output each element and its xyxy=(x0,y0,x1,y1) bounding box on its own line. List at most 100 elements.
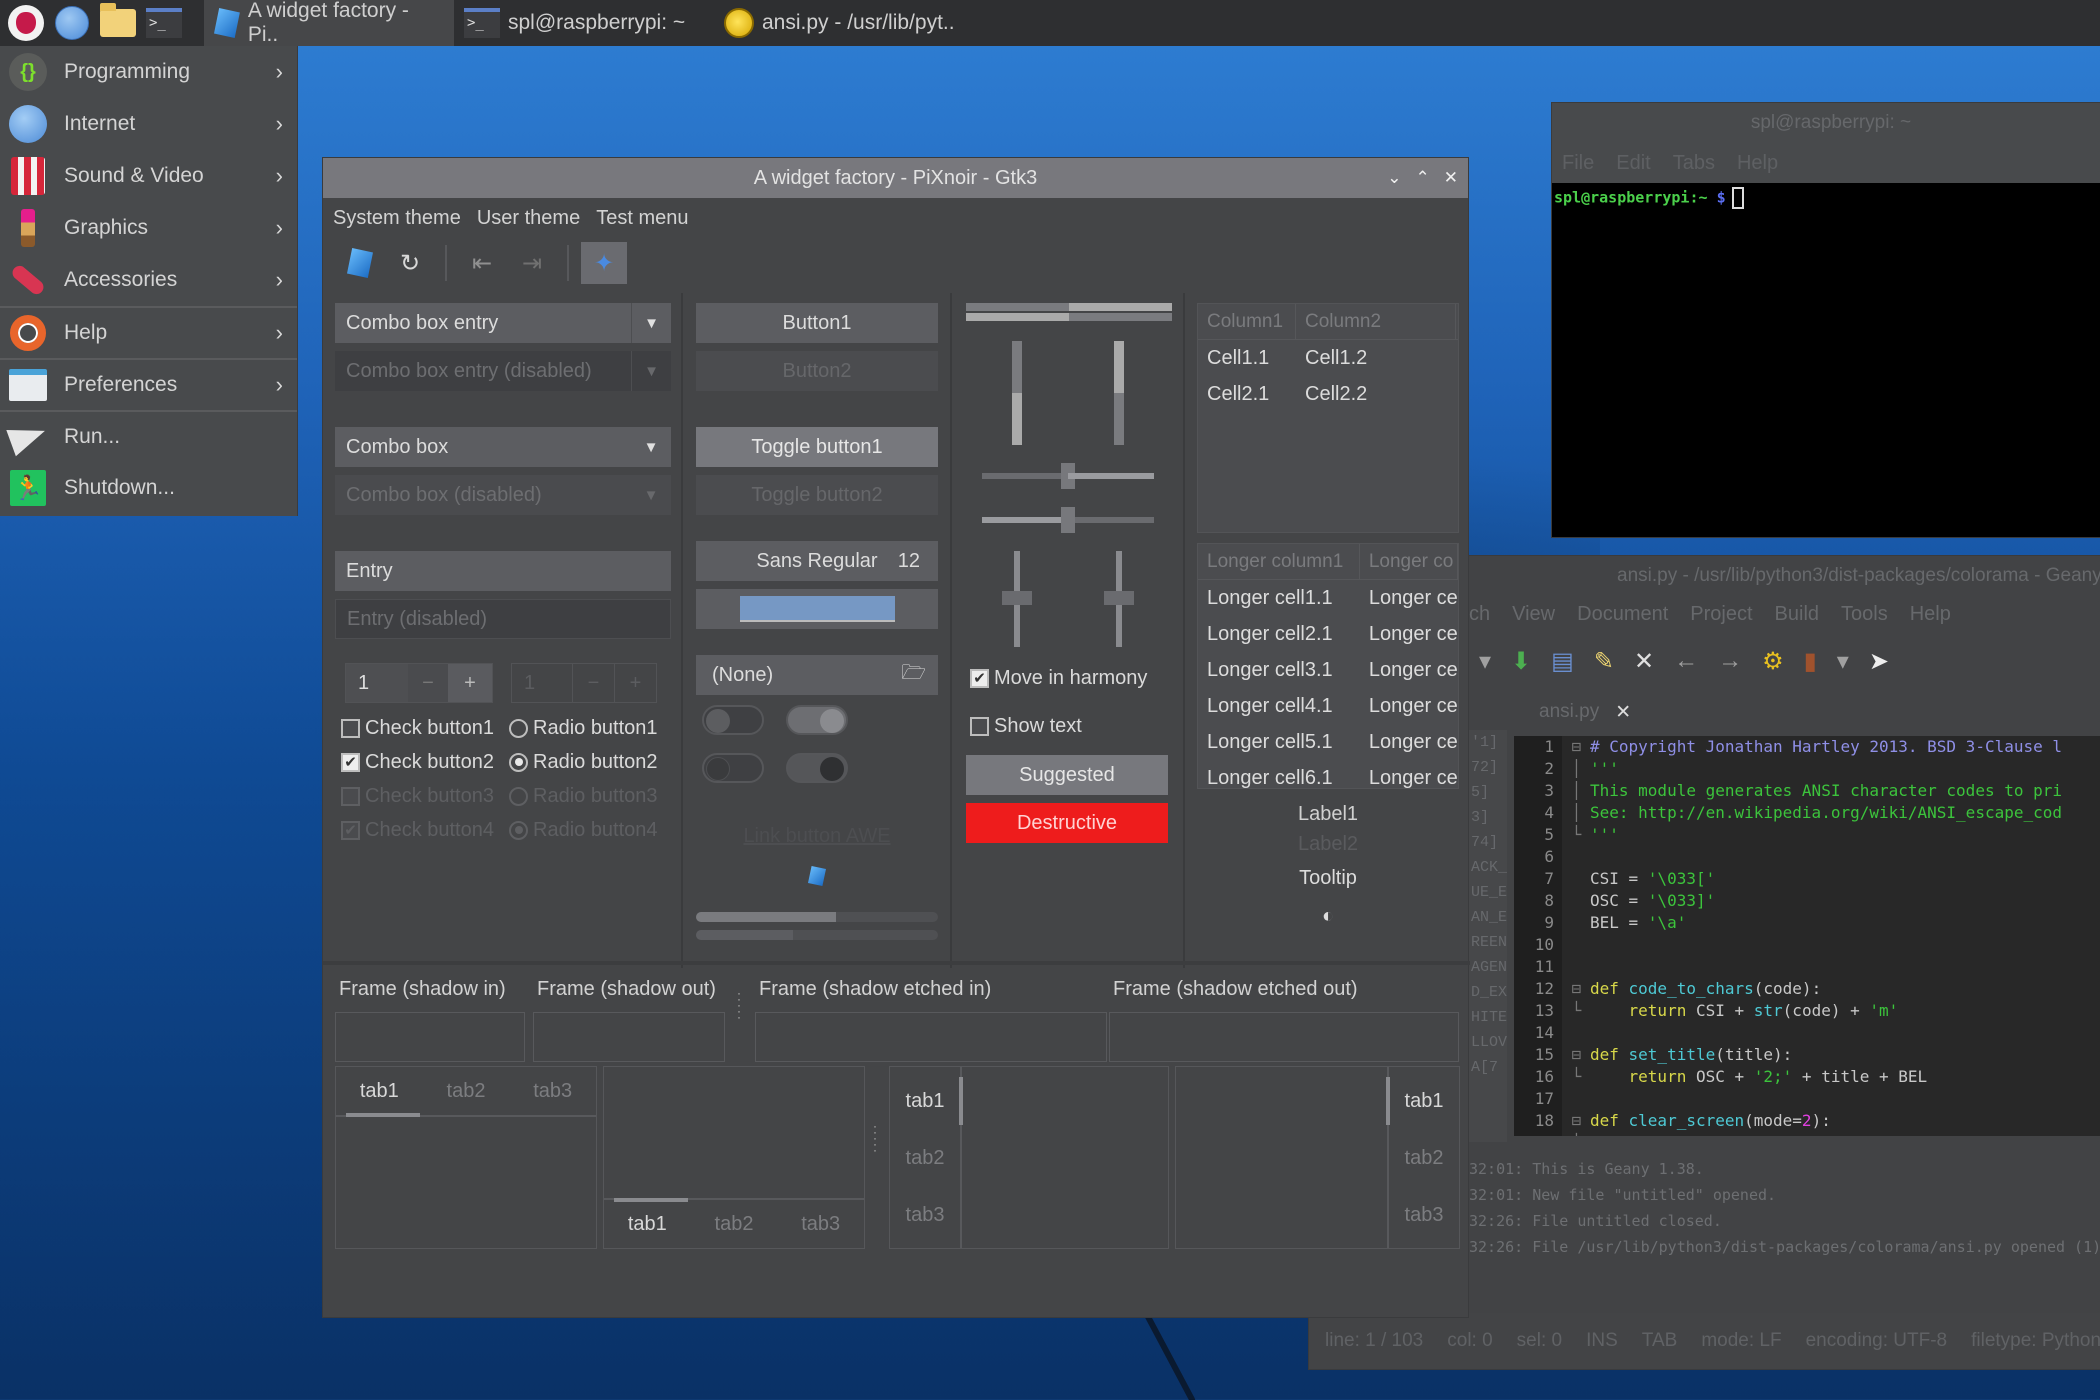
maximize-icon[interactable]: ⌃ xyxy=(1416,168,1430,188)
tree-view-long[interactable]: Longer column1 Longer co Longer cell1.1 Lon… xyxy=(1197,543,1459,789)
compile-icon[interactable]: ⚙ xyxy=(1762,647,1784,676)
spin-button[interactable]: 1 − + xyxy=(345,663,493,703)
menu-search[interactable]: ch xyxy=(1469,603,1490,626)
close-tab-icon[interactable]: ✕ xyxy=(1615,701,1631,724)
title-bar[interactable]: A widget factory - PiXnoir - Gtk3 ⌄ ⌃ ✕ xyxy=(323,158,1468,198)
editor-tab[interactable]: ansi.py ✕ xyxy=(1539,694,1631,730)
scale-handle[interactable] xyxy=(1104,591,1134,605)
back-icon[interactable]: ← xyxy=(1674,647,1698,675)
column-header[interactable]: Column1 xyxy=(1198,304,1296,339)
file-chooser-button[interactable]: (None) 🗁 xyxy=(696,655,938,695)
symbol-list[interactable]: '1] 72] 5] 3] 74] ACK_ UE_E AN_E REEN AGEN D_EX HIT… xyxy=(1469,730,1507,1142)
tab-1[interactable]: tab1 xyxy=(336,1080,423,1103)
tab-2[interactable]: tab2 xyxy=(890,1130,960,1187)
radio-button-1[interactable]: Radio button1 xyxy=(509,711,658,745)
symbol-item[interactable]: '1] xyxy=(1469,730,1507,755)
fold-marker-icon[interactable] xyxy=(1562,1022,1590,1044)
check-button-2[interactable]: ✔ Check button2 xyxy=(341,745,509,779)
menu-tabs[interactable]: Tabs xyxy=(1673,152,1715,175)
fold-marker-icon[interactable]: └ xyxy=(1562,824,1590,846)
tree-view[interactable]: Column1 Column2 Cell1.1 Cell1.2 Cell2.1 Cell2… xyxy=(1197,303,1459,533)
symbol-item[interactable]: D_EX xyxy=(1469,980,1507,1005)
column-header[interactable]: Column2 xyxy=(1296,304,1456,339)
build-dropdown-icon[interactable]: ▾ xyxy=(1837,647,1849,676)
menu-user-theme[interactable]: User theme xyxy=(477,207,580,230)
menu-item-preferences[interactable]: Preferences › xyxy=(0,358,297,410)
suggested-button[interactable]: Suggested xyxy=(966,755,1168,795)
tab-2[interactable]: tab2 xyxy=(423,1080,510,1103)
tree-row[interactable]: Longer cell2.1 Longer ce xyxy=(1198,616,1458,652)
check-button-1[interactable]: Check button1 xyxy=(341,711,509,745)
dropdown-icon[interactable]: ▾ xyxy=(1479,647,1491,676)
scale-handle[interactable] xyxy=(1061,507,1075,533)
fold-marker-icon[interactable] xyxy=(1562,1088,1590,1110)
terminal-launcher[interactable]: >_ xyxy=(144,3,184,43)
tree-row[interactable]: Cell2.1 Cell2.2 xyxy=(1198,376,1458,412)
go-first-button[interactable]: ⇤ xyxy=(459,242,505,284)
file-manager-launcher[interactable] xyxy=(98,3,138,43)
switch-off[interactable] xyxy=(702,705,764,735)
menu-item-internet[interactable]: Internet › xyxy=(0,98,297,150)
menu-document[interactable]: Document xyxy=(1577,603,1668,626)
destructive-button[interactable]: Destructive xyxy=(966,803,1168,843)
fold-marker-icon[interactable] xyxy=(1562,956,1590,978)
menu-project[interactable]: Project xyxy=(1690,603,1752,626)
menu-item-accessories[interactable]: Accessories › xyxy=(0,254,297,306)
taskbar-task-terminal[interactable]: >_ spl@raspberrypi: ~ xyxy=(454,0,714,46)
pane-separator[interactable] xyxy=(323,961,1470,965)
fold-marker-icon[interactable] xyxy=(1562,934,1590,956)
column-header[interactable]: Longer column1 xyxy=(1198,544,1360,579)
tab-1[interactable]: tab1 xyxy=(1389,1073,1459,1130)
symbol-item[interactable]: UE_E xyxy=(1469,880,1507,905)
pane-handle-icon[interactable]: ····· xyxy=(873,1120,877,1156)
toggle-button-1[interactable]: Toggle button1 xyxy=(696,427,938,467)
dropdown-arrow-icon[interactable]: ▼ xyxy=(631,303,671,343)
execute-icon[interactable]: ➤ xyxy=(1869,647,1889,676)
symbol-item[interactable]: 3] xyxy=(1469,805,1507,830)
scale-handle[interactable] xyxy=(1002,591,1032,605)
terminal-output[interactable]: spl@raspberrypi:~ $ xyxy=(1552,183,2100,213)
radio-button-2[interactable]: Radio button2 xyxy=(509,745,658,779)
tree-row[interactable]: Longer cell1.1 Longer ce xyxy=(1198,580,1458,616)
fold-marker-icon[interactable]: ⊟ xyxy=(1562,736,1590,758)
menu-build[interactable]: Build xyxy=(1775,603,1819,626)
symbol-item[interactable]: REEN xyxy=(1469,930,1507,955)
code-editor[interactable]: 1 ⊟ # Copyright Jonathan Hartley 2013. BS… xyxy=(1514,736,2100,1136)
symbol-item[interactable]: ACK_ xyxy=(1469,855,1507,880)
tab-2[interactable]: tab2 xyxy=(1389,1130,1459,1187)
fold-marker-icon[interactable]: ⊟ xyxy=(1562,1044,1590,1066)
vertical-scale[interactable] xyxy=(1104,551,1134,647)
minimize-icon[interactable]: ⌄ xyxy=(1387,168,1401,188)
symbol-item[interactable]: 74] xyxy=(1469,830,1507,855)
tab-1[interactable]: tab1 xyxy=(604,1213,691,1236)
color-button[interactable] xyxy=(696,589,938,629)
switch-on[interactable] xyxy=(786,705,848,735)
menu-system-theme[interactable]: System theme xyxy=(333,207,461,230)
build-icon[interactable]: ▮ xyxy=(1804,647,1817,676)
fold-marker-icon[interactable]: ⊟ xyxy=(1562,1110,1590,1132)
toggle-tool-button[interactable]: ✦ xyxy=(581,242,627,284)
tab-3[interactable]: tab3 xyxy=(777,1213,864,1236)
vertical-scale[interactable] xyxy=(1002,551,1032,647)
entry[interactable]: Entry xyxy=(335,551,671,591)
tab-3[interactable]: tab3 xyxy=(509,1080,596,1103)
tab-1[interactable]: tab1 xyxy=(890,1073,960,1130)
menu-item-run[interactable]: Run... xyxy=(0,410,297,462)
taskbar-task-geany[interactable]: ansi.py - /usr/lib/pyt.. xyxy=(714,0,974,46)
taskbar-task-widget-factory[interactable]: A widget factory - Pi.. xyxy=(204,0,454,46)
fold-marker-icon[interactable]: │ xyxy=(1562,802,1590,824)
tree-row[interactable]: Longer cell3.1 Longer ce xyxy=(1198,652,1458,688)
button-1[interactable]: Button1 xyxy=(696,303,938,343)
symbol-item[interactable]: A[7 xyxy=(1469,1055,1507,1080)
menu-help[interactable]: Help xyxy=(1737,152,1778,175)
raspberry-menu-button[interactable] xyxy=(6,3,46,43)
fold-marker-icon[interactable] xyxy=(1562,868,1590,890)
fold-marker-icon[interactable]: │ xyxy=(1562,780,1590,802)
symbol-item[interactable]: 72] xyxy=(1469,755,1507,780)
tree-row[interactable]: Longer cell6.1 Longer ce xyxy=(1198,760,1458,789)
symbol-item[interactable]: HITE_ xyxy=(1469,1005,1507,1030)
tree-row[interactable]: Longer cell5.1 Longer ce xyxy=(1198,724,1458,760)
spin-increment-button[interactable]: + xyxy=(448,664,492,702)
spin-decrement-button[interactable]: − xyxy=(408,664,448,702)
fold-marker-icon[interactable]: ⊟ xyxy=(1562,978,1590,1000)
